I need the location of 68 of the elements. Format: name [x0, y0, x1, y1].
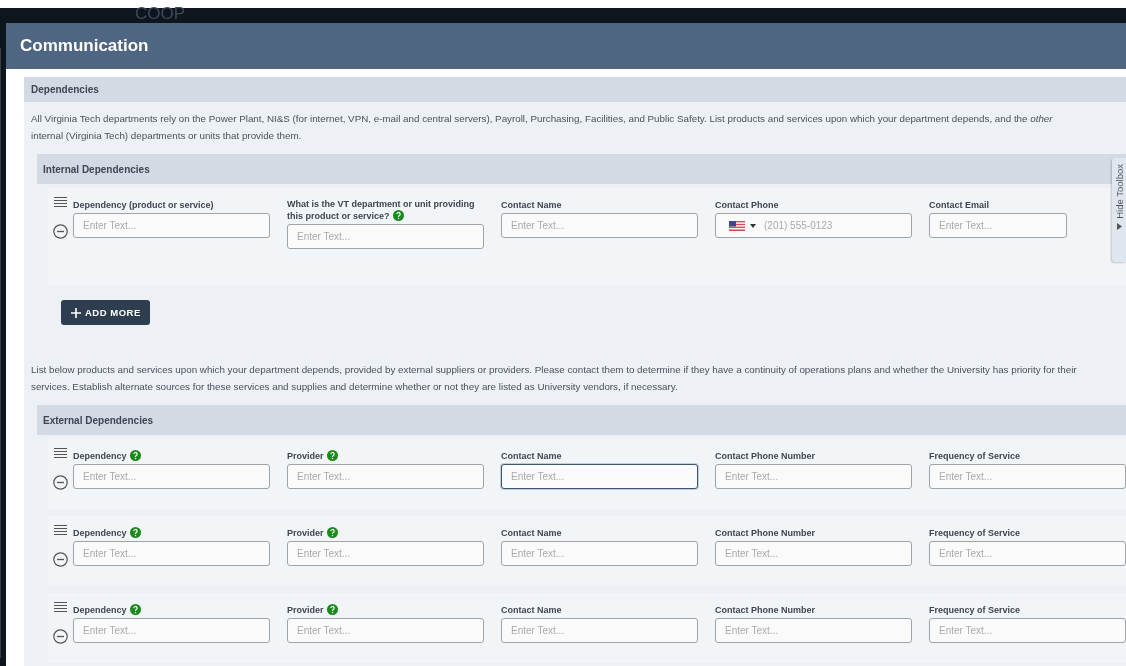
- text-field[interactable]: Enter Text...: [73, 618, 270, 643]
- text-field[interactable]: Enter Text...: [501, 213, 698, 238]
- text-field[interactable]: Enter Text...: [929, 213, 1067, 238]
- help-icon[interactable]: [129, 450, 141, 461]
- intro-text: All Virginia Tech departments rely on the Power Plant, NI&S (for internet, VPN, e-mail and central servers), Payroll, Purchasing, Facilities, and Public Safety. List products and services upon which your department depends, and the other internal (Virginia Tech) departments or units that provide them.: [30, 112, 1054, 143]
- help-icon[interactable]: [129, 527, 141, 538]
- text-field[interactable]: Enter Text...: [929, 464, 1126, 489]
- drag-handle-icon[interactable]: [54, 197, 67, 208]
- field-label: Provider: [287, 604, 338, 616]
- text-field[interactable]: Enter Text...: [73, 213, 270, 238]
- field-label: Contact Phone Number: [715, 527, 815, 539]
- subsection-title: External Dependencies: [43, 414, 154, 426]
- field-label: Contact Phone Number: [715, 604, 815, 616]
- field-label: What is the VT department or unit providing this product or service?: [287, 198, 476, 222]
- text-field[interactable]: Enter Text...: [73, 464, 270, 489]
- text-field[interactable]: Enter Text...: [287, 224, 484, 249]
- help-icon[interactable]: [392, 210, 404, 221]
- field-label: Contact Name: [501, 604, 562, 616]
- triangle-icon: [1116, 222, 1122, 230]
- field-label: Frequency of Service: [929, 527, 1021, 539]
- field-label: Contact Name: [501, 450, 562, 462]
- dialog-title: Communication: [20, 36, 149, 56]
- remove-icon[interactable]: [53, 629, 68, 644]
- section-title: Dependencies: [31, 84, 99, 95]
- field-label: Frequency of Service: [929, 450, 1021, 462]
- drag-handle-icon[interactable]: [54, 525, 67, 536]
- help-icon[interactable]: [326, 450, 338, 461]
- text-field[interactable]: Enter Text...: [929, 618, 1126, 643]
- field-label: Dependency (product or service): [73, 199, 214, 211]
- help-icon[interactable]: [129, 604, 141, 615]
- flag-icon[interactable]: [729, 221, 745, 231]
- field-label: Contact Name: [501, 527, 562, 539]
- field-label: Frequency of Service: [929, 604, 1021, 616]
- add-more-button[interactable]: ADD MORE: [61, 300, 150, 325]
- field-label: Contact Email: [929, 199, 989, 211]
- text-field[interactable]: Enter Text...: [73, 541, 270, 566]
- remove-icon[interactable]: [53, 552, 68, 567]
- field-label: Dependency: [73, 527, 141, 539]
- phone-field[interactable]: (201) 555-0123: [715, 213, 912, 238]
- field-label: Provider: [287, 527, 338, 539]
- text-field[interactable]: Enter Text...: [287, 464, 484, 489]
- text-field[interactable]: Enter Text...: [501, 464, 698, 489]
- caret-icon[interactable]: [750, 224, 756, 228]
- drag-handle-icon[interactable]: [54, 448, 67, 459]
- field-label: Contact Phone: [715, 199, 779, 211]
- remove-icon[interactable]: [53, 475, 68, 490]
- text-field[interactable]: Enter Text...: [501, 618, 698, 643]
- field-label: Contact Name: [501, 199, 562, 211]
- field-label: Provider: [287, 450, 338, 462]
- text-field[interactable]: Enter Text...: [715, 464, 912, 489]
- app-title: COOP: [135, 4, 186, 24]
- drag-handle-icon[interactable]: [54, 602, 67, 613]
- field-label: Contact Phone Number: [715, 450, 815, 462]
- hide-toolbox-tab[interactable]: Hide Toolbox: [1112, 158, 1126, 262]
- remove-icon[interactable]: [53, 224, 68, 239]
- text-field[interactable]: Enter Text...: [501, 541, 698, 566]
- text-field[interactable]: Enter Text...: [715, 541, 912, 566]
- subsection-title: Internal Dependencies: [43, 163, 150, 175]
- external-intro-text: List below products and services upon which your department depends, provided by external suppliers or providers. Please contact them to determine if they have a continuity of operations plans and whether the University has priority for their services. Establish alternate sources for these services and supplies and determine whether or not they are listed as University vendors, if necessary.: [30, 363, 1078, 394]
- field-label: Dependency: [73, 450, 141, 462]
- text-field[interactable]: Enter Text...: [287, 618, 484, 643]
- plus-icon: [71, 307, 81, 318]
- help-icon[interactable]: [326, 604, 338, 615]
- text-field[interactable]: Enter Text...: [929, 541, 1126, 566]
- field-label: Dependency: [73, 604, 141, 616]
- text-field[interactable]: Enter Text...: [287, 541, 484, 566]
- help-icon[interactable]: [326, 527, 338, 538]
- text-field[interactable]: Enter Text...: [715, 618, 912, 643]
